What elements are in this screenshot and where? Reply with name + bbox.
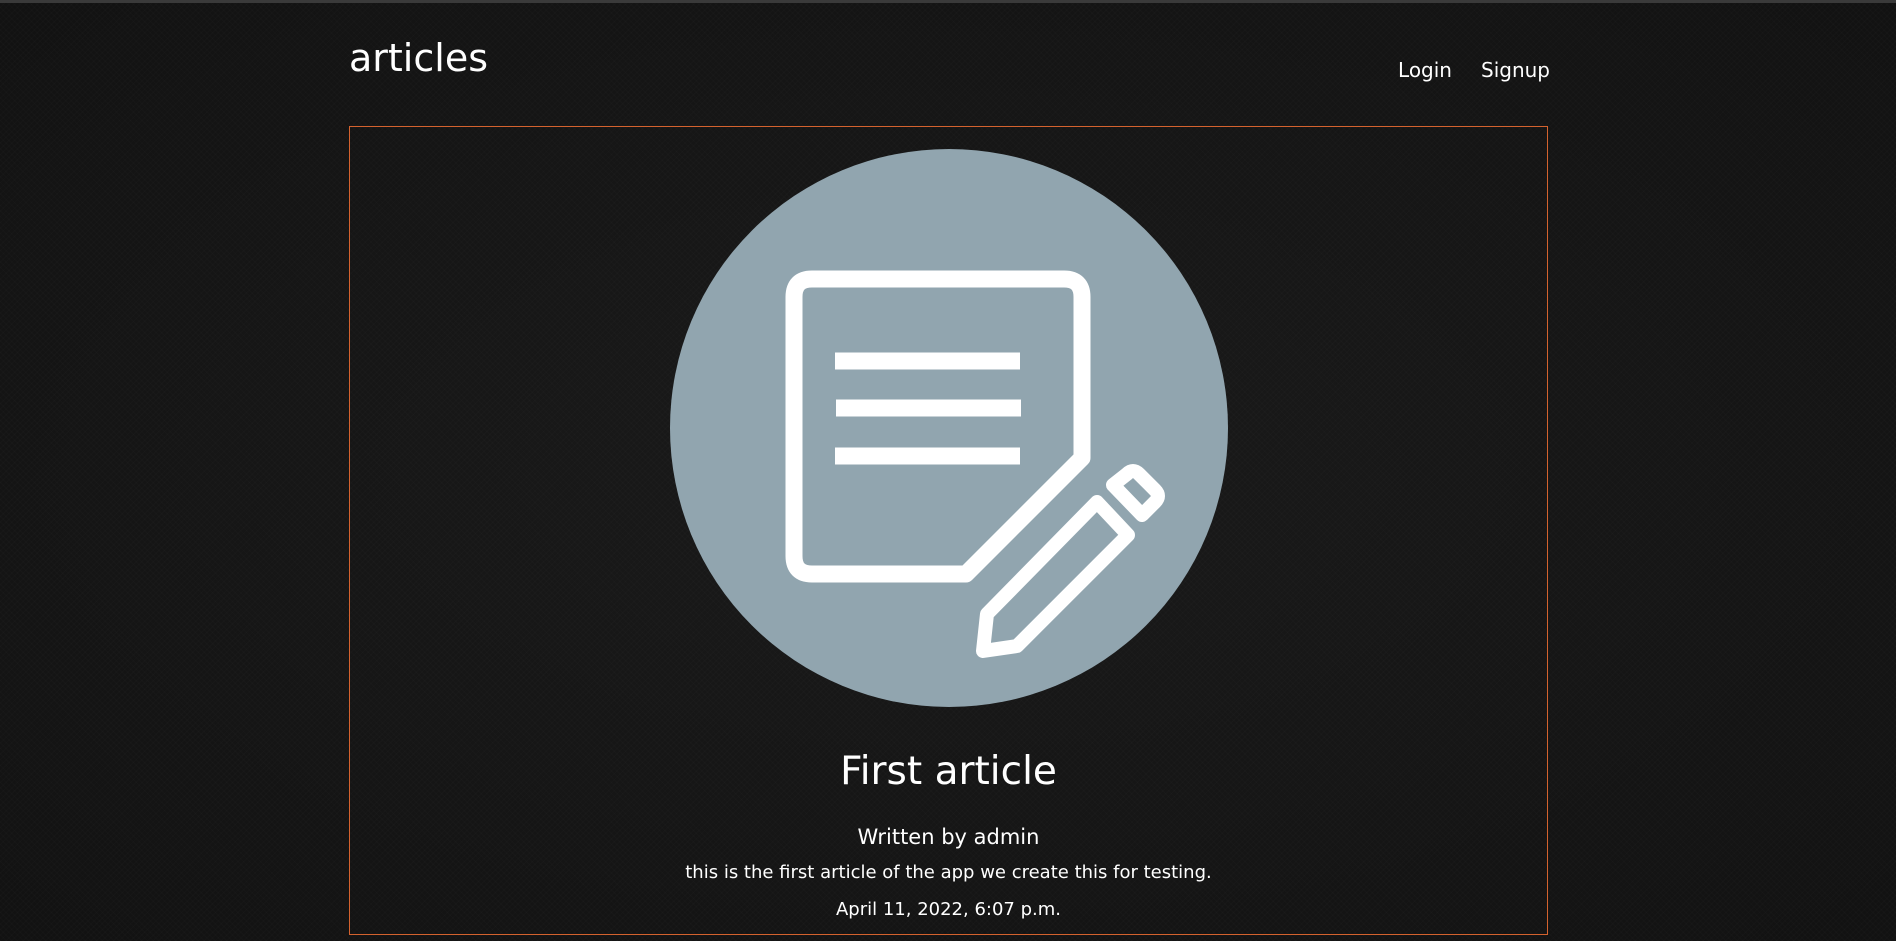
article-author: Written by admin bbox=[857, 825, 1040, 849]
thumbnail-circle bbox=[670, 149, 1228, 707]
article-title[interactable]: First article bbox=[350, 749, 1547, 795]
site-header: articles Login Signup bbox=[349, 28, 1550, 88]
signup-link[interactable]: Signup bbox=[1481, 58, 1550, 82]
login-link[interactable]: Login bbox=[1398, 58, 1452, 82]
site-logo[interactable]: articles bbox=[349, 36, 488, 80]
article-card[interactable]: First article Written by admin this is t… bbox=[349, 126, 1548, 935]
window-top-border bbox=[0, 0, 1896, 3]
article-date: April 11, 2022, 6:07 p.m. bbox=[835, 899, 1061, 920]
top-nav: Login Signup bbox=[1398, 58, 1550, 82]
article-body: this is the first article of the app we … bbox=[685, 862, 1212, 883]
article-thumbnail[interactable] bbox=[670, 149, 1228, 707]
